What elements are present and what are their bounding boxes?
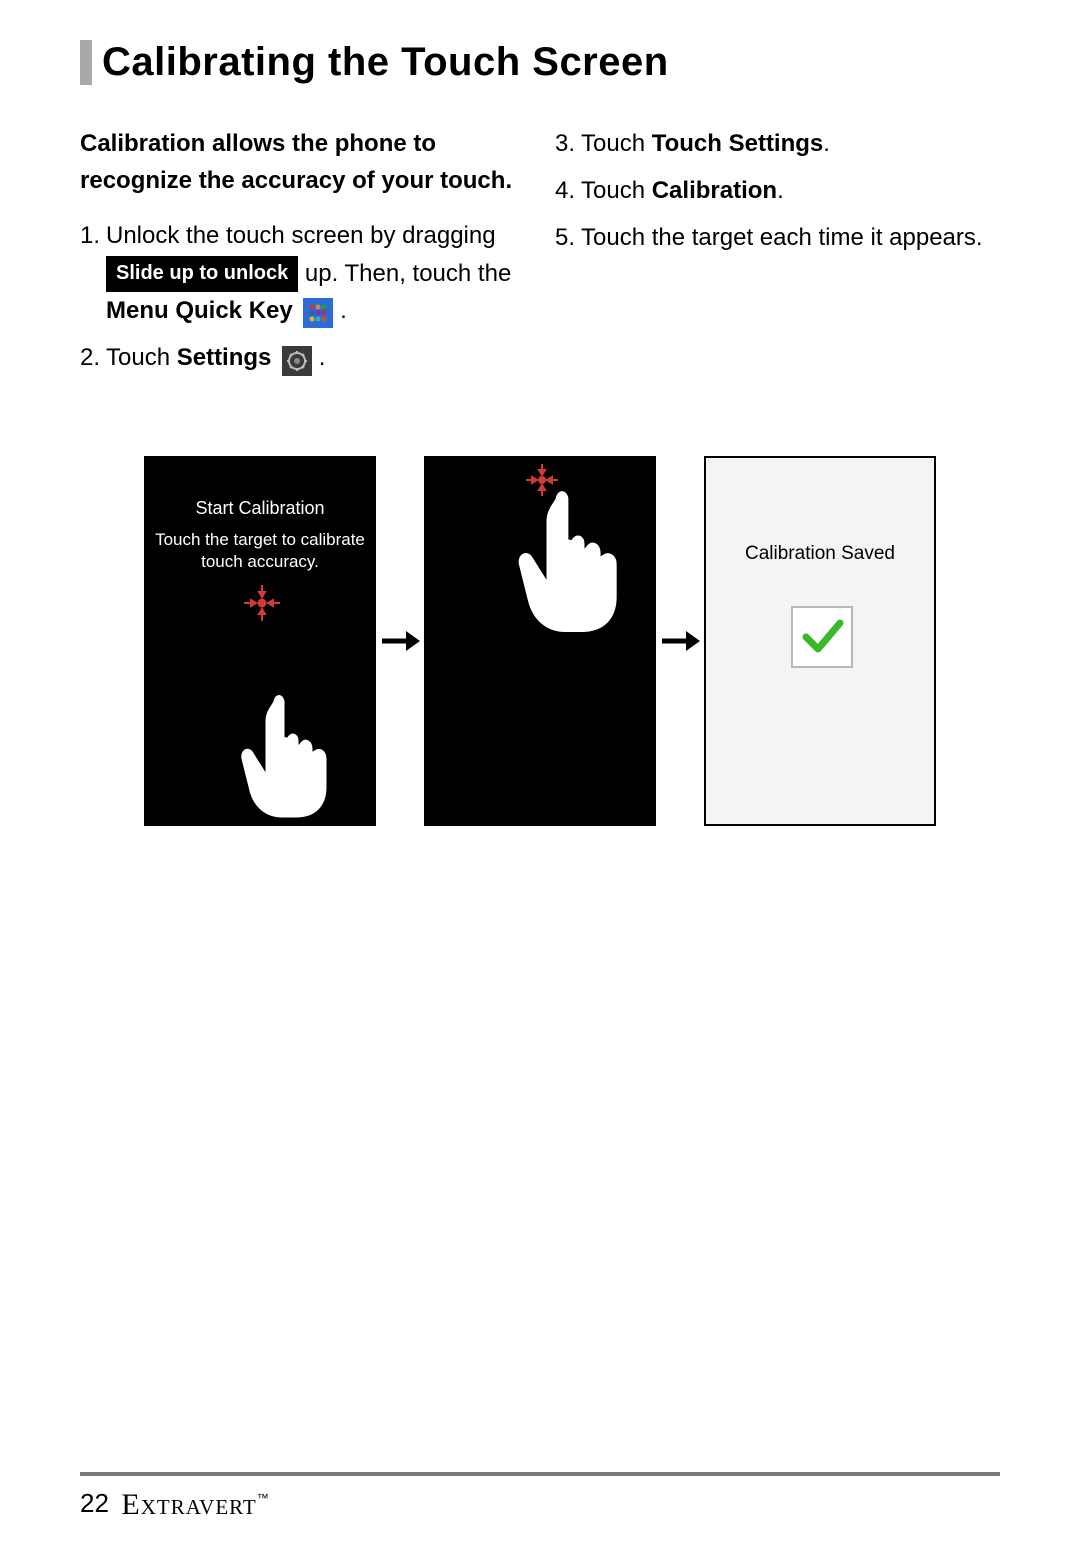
step-text: . (823, 130, 830, 157)
intro-text: Calibration allows the phone to recogniz… (80, 125, 525, 199)
left-column: Calibration allows the phone to recogniz… (80, 125, 525, 386)
screen1-sub: Touch the target to calibrate touch accu… (146, 529, 374, 573)
page-number: 22 (80, 1488, 109, 1518)
footer-rule (80, 1472, 1000, 1476)
page-title-row: Calibrating the Touch Screen (80, 40, 1000, 85)
step-text: Touch (106, 344, 177, 371)
step-3: 3. Touch Touch Settings. (555, 125, 1000, 162)
step-text: Unlock the touch screen by dragging (106, 222, 496, 249)
screen1-title: Start Calibration (146, 498, 374, 519)
content-columns: Calibration allows the phone to recogniz… (80, 125, 1000, 386)
brand-name: Extravert (121, 1488, 256, 1521)
step-body: Touch the target each time it appears. (581, 219, 1000, 256)
step-text: . (340, 297, 347, 324)
right-column: 3. Touch Touch Settings. 4. Touch Calibr… (555, 125, 1000, 386)
step-text: up. Then, touch the (305, 260, 511, 287)
screen-calibration-saved: Calibration Saved (704, 456, 936, 826)
step-number: 2. (80, 339, 106, 376)
step-4: 4. Touch Calibration. (555, 172, 1000, 209)
trademark-symbol: ™ (257, 1491, 269, 1505)
target-crosshair-icon (146, 573, 376, 693)
step-body: Unlock the touch screen by dragging Slid… (106, 217, 525, 329)
step-number: 1. (80, 217, 106, 329)
step-text: Touch (581, 177, 652, 204)
step-body: Touch Calibration. (581, 172, 1000, 209)
check-icon (706, 565, 936, 685)
calibration-label: Calibration (652, 177, 777, 204)
arrow-right-icon (660, 626, 700, 656)
step-number: 4. (555, 172, 581, 209)
step-number: 3. (555, 125, 581, 162)
step-text: . (319, 344, 326, 371)
step-body: Touch Touch Settings. (581, 125, 1000, 162)
step-number: 5. (555, 219, 581, 256)
saved-label: Calibration Saved (706, 543, 934, 565)
step-text: Touch the target each time it appears. (581, 224, 983, 251)
step-text: Touch (581, 130, 652, 157)
screen-touch-target (424, 456, 656, 826)
step-body: Touch Settings (106, 339, 525, 376)
hand-touch-icon (146, 683, 376, 823)
gear-icon (282, 346, 312, 376)
step-2: 2. Touch Settings (80, 339, 525, 376)
footer: 22 Extravert™ (80, 1472, 1000, 1522)
step-text: . (777, 177, 784, 204)
title-accent-bar (80, 40, 92, 85)
menu-quick-key-label: Menu Quick Key (106, 297, 293, 324)
hand-touch-icon (426, 488, 656, 668)
slide-unlock-badge: Slide up to unlock (106, 256, 298, 292)
step-5: 5. Touch the target each time it appears… (555, 219, 1000, 256)
figure-row: Start Calibration Touch the target to ca… (80, 456, 1000, 826)
touch-settings-label: Touch Settings (652, 130, 824, 157)
page-title: Calibrating the Touch Screen (102, 40, 669, 85)
arrow-right-icon (380, 626, 420, 656)
menu-grid-icon (303, 298, 333, 328)
settings-label: Settings (177, 344, 272, 371)
step-1: 1. Unlock the touch screen by dragging S… (80, 217, 525, 329)
screen-start-calibration: Start Calibration Touch the target to ca… (144, 456, 376, 826)
